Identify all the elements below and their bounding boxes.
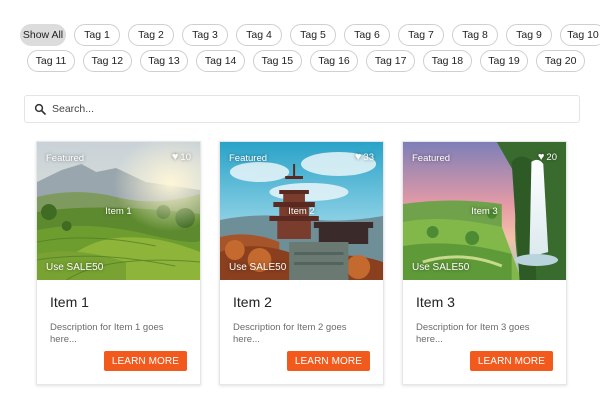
card-image[interactable]: Featured ♥ 20 Item 3 Use SALE50 <box>403 142 566 280</box>
tag-18[interactable]: Tag 18 <box>422 50 472 72</box>
search-icon <box>34 103 46 115</box>
tag-10[interactable]: Tag 10 <box>560 24 600 46</box>
tag-filter-bar: Show All Tag 1 Tag 2 Tag 3 Tag 4 Tag 5 T… <box>20 24 600 76</box>
tag-1[interactable]: Tag 1 <box>74 24 120 46</box>
tag-20[interactable]: Tag 20 <box>536 50 585 72</box>
likes-counter[interactable]: ♥ 20 <box>537 151 557 164</box>
tag-2[interactable]: Tag 2 <box>128 24 174 46</box>
learn-more-button[interactable]: LEARN MORE <box>103 351 187 371</box>
promo-code: Use SALE50 <box>412 262 470 273</box>
tag-4[interactable]: Tag 4 <box>236 24 282 46</box>
tag-6[interactable]: Tag 6 <box>344 24 390 46</box>
card-image[interactable]: Featured ♥ 10 Item 1 Use SALE50 <box>37 142 200 280</box>
tag-5[interactable]: Tag 5 <box>290 24 336 46</box>
featured-badge: Featured <box>46 153 85 164</box>
tag-19[interactable]: Tag 19 <box>479 50 529 72</box>
card-body: Item 1 Description for Item 1 goes here.… <box>37 280 200 348</box>
card-description: Description for Item 1 goes here... <box>50 322 164 345</box>
tag-12[interactable]: Tag 12 <box>82 50 132 72</box>
card-body: Item 2 Description for Item 2 goes here.… <box>220 280 383 348</box>
tag-13[interactable]: Tag 13 <box>139 50 189 72</box>
learn-more-button[interactable]: LEARN MORE <box>469 351 553 371</box>
likes-count: 33 <box>363 152 374 163</box>
card-title: Item 3 <box>416 294 455 310</box>
product-card: Featured ♥ 10 Item 1 Use SALE50 Item 1 D… <box>36 141 201 385</box>
tag-11[interactable]: Tag 11 <box>27 50 75 72</box>
image-label: Item 1 <box>105 206 132 217</box>
learn-more-button[interactable]: LEARN MORE <box>286 351 370 371</box>
heart-icon: ♥ <box>354 151 362 163</box>
card-description: Description for Item 3 goes here... <box>416 322 530 345</box>
search-bar <box>24 95 580 123</box>
likes-counter[interactable]: ♥ 33 <box>354 151 374 164</box>
tag-row: Show All Tag 1 Tag 2 Tag 3 Tag 4 Tag 5 T… <box>20 24 600 46</box>
likes-count: 20 <box>546 152 557 163</box>
tag-8[interactable]: Tag 8 <box>452 24 498 46</box>
card-title: Item 1 <box>50 294 89 310</box>
likes-count: 10 <box>180 152 191 163</box>
search-input[interactable] <box>52 103 552 115</box>
image-label: Item 2 <box>288 206 315 217</box>
tag-9[interactable]: Tag 9 <box>506 24 552 46</box>
promo-code: Use SALE50 <box>229 262 287 273</box>
featured-badge: Featured <box>229 153 268 164</box>
tag-16[interactable]: Tag 16 <box>309 50 359 72</box>
heart-icon: ♥ <box>171 151 179 163</box>
tag-row: Tag 11 Tag 12 Tag 13 Tag 14 Tag 15 Tag 1… <box>20 50 585 72</box>
tag-3[interactable]: Tag 3 <box>182 24 228 46</box>
heart-icon: ♥ <box>537 151 545 163</box>
product-card: Featured ♥ 33 Item 2 Use SALE50 Item 2 D… <box>219 141 384 385</box>
product-card: Featured ♥ 20 Item 3 Use SALE50 Item 3 D… <box>402 141 567 385</box>
card-description: Description for Item 2 goes here... <box>233 322 347 345</box>
card-body: Item 3 Description for Item 3 goes here.… <box>403 280 566 348</box>
image-label: Item 3 <box>471 206 498 217</box>
promo-code: Use SALE50 <box>46 262 104 273</box>
tag-7[interactable]: Tag 7 <box>398 24 444 46</box>
card-title: Item 2 <box>233 294 272 310</box>
tag-15[interactable]: Tag 15 <box>252 50 302 72</box>
tag-17[interactable]: Tag 17 <box>366 50 415 72</box>
card-image[interactable]: Featured ♥ 33 Item 2 Use SALE50 <box>220 142 383 280</box>
tag-14[interactable]: Tag 14 <box>196 50 245 72</box>
featured-badge: Featured <box>412 153 451 164</box>
tag-show-all[interactable]: Show All <box>20 24 66 46</box>
likes-counter[interactable]: ♥ 10 <box>171 151 191 164</box>
